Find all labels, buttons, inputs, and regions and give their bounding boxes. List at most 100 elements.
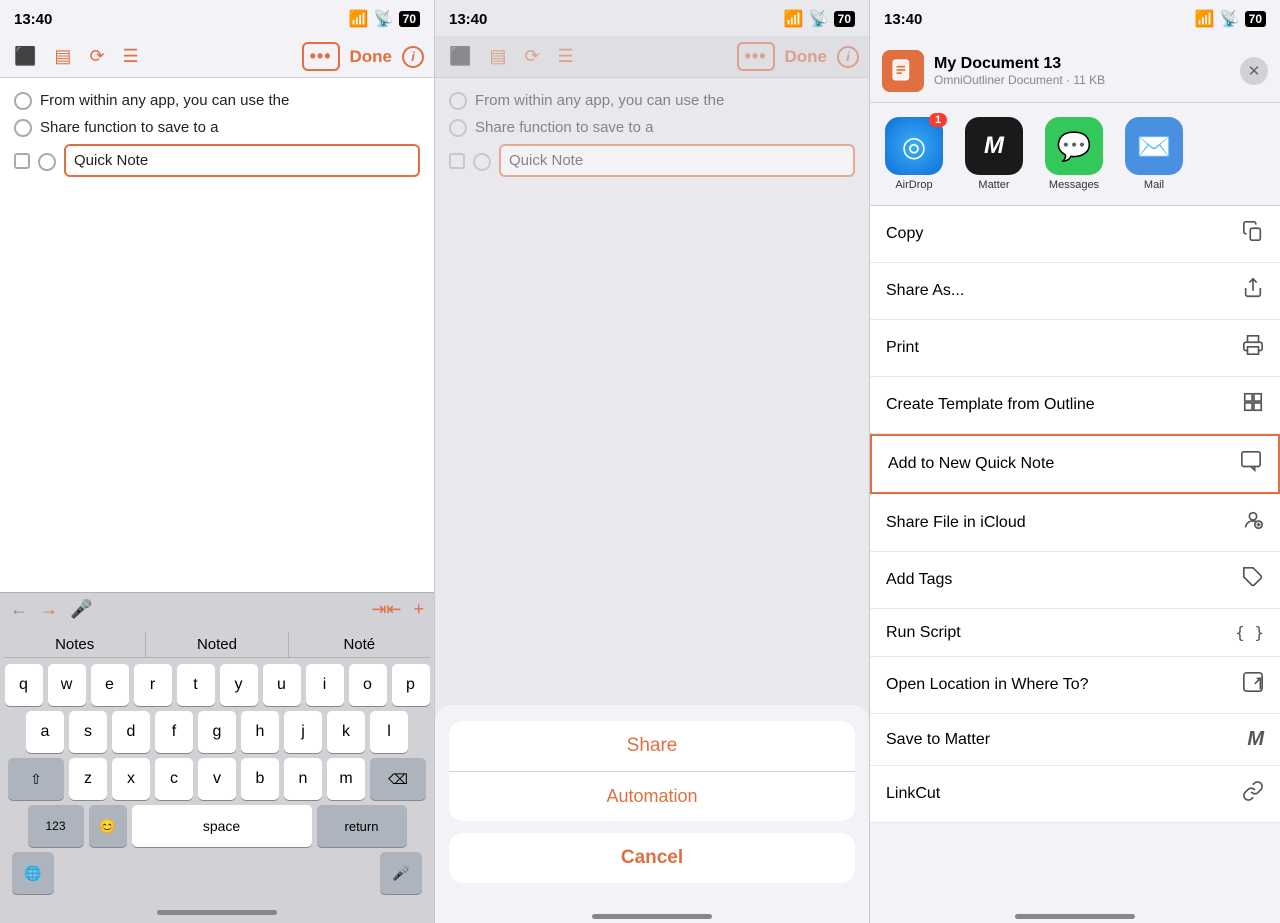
add-tags-icon <box>1242 566 1264 594</box>
home-indicator-2 <box>435 903 869 923</box>
kb-indent-icon[interactable]: ⇥⇤ <box>371 599 401 620</box>
radio-2-1 <box>449 92 467 110</box>
cancel-btn-wrap: Cancel <box>449 833 855 883</box>
history-icon-2: ⟳ <box>520 44 543 69</box>
suggestion-2[interactable]: Noted <box>146 632 288 657</box>
key-r[interactable]: r <box>134 664 172 706</box>
app-item-messages[interactable]: 💬 Messages <box>1042 117 1106 191</box>
menu-label-open-location: Open Location in Where To? <box>886 676 1089 694</box>
key-u[interactable]: u <box>263 664 301 706</box>
radio-2-2 <box>449 119 467 137</box>
airdrop-label: AirDrop <box>895 179 932 191</box>
key-space[interactable]: space <box>132 805 312 847</box>
key-delete[interactable]: ⌫ <box>370 758 426 800</box>
wifi-icon-2: 📡 <box>809 9 829 29</box>
app-item-matter[interactable]: M Matter <box>962 117 1026 191</box>
radio-1[interactable] <box>14 92 32 110</box>
checkbox-1[interactable] <box>14 153 30 169</box>
info-button-1[interactable]: i <box>402 46 424 68</box>
menu-label-create-template: Create Template from Outline <box>886 396 1095 414</box>
key-shift[interactable]: ⇧ <box>8 758 64 800</box>
quick-note-input-1[interactable] <box>64 144 420 177</box>
status-time-1: 13:40 <box>14 11 52 28</box>
key-o[interactable]: o <box>349 664 387 706</box>
key-l[interactable]: l <box>370 711 408 753</box>
key-return[interactable]: return <box>317 805 407 847</box>
kb-row-3: ⇧ z x c v b n m ⌫ <box>4 758 430 800</box>
share-menu-header: My Document 13 OmniOutliner Document · 1… <box>870 36 1280 103</box>
radio-3[interactable] <box>38 153 56 171</box>
key-z[interactable]: z <box>69 758 107 800</box>
automation-button[interactable]: Automation <box>449 772 855 821</box>
key-g[interactable]: g <box>198 711 236 753</box>
key-c[interactable]: c <box>155 758 193 800</box>
key-b[interactable]: b <box>241 758 279 800</box>
menu-item-share-icloud[interactable]: Share File in iCloud <box>870 495 1280 552</box>
more-button-2: ••• <box>737 42 775 71</box>
kb-row-4: 123 😊 space return <box>4 805 430 847</box>
key-emoji[interactable]: 😊 <box>89 805 127 847</box>
menu-item-share-as[interactable]: Share As... <box>870 263 1280 320</box>
key-n[interactable]: n <box>284 758 322 800</box>
menu-item-quick-note[interactable]: Add to New Quick Note <box>870 434 1280 494</box>
share-as-icon <box>1242 277 1264 305</box>
suggestion-3[interactable]: Noté <box>289 632 430 657</box>
menu-item-save-matter[interactable]: Save to Matter M <box>870 714 1280 766</box>
menu-label-quick-note: Add to New Quick Note <box>888 455 1054 473</box>
key-mic-bottom[interactable]: 🎤 <box>380 852 422 894</box>
kb-back-icon[interactable]: ← <box>10 599 28 620</box>
share-close-button[interactable]: ✕ <box>1240 57 1268 85</box>
app-item-mail[interactable]: ✉️ Mail <box>1122 117 1186 191</box>
key-globe[interactable]: 🌐 <box>12 852 54 894</box>
key-i[interactable]: i <box>306 664 344 706</box>
key-s[interactable]: s <box>69 711 107 753</box>
menu-item-linkcut[interactable]: LinkCut <box>870 766 1280 823</box>
format-icon[interactable]: ☰ <box>119 44 143 69</box>
key-p[interactable]: p <box>392 664 430 706</box>
history-icon[interactable]: ⟳ <box>85 44 108 69</box>
app-item-airdrop[interactable]: 1 ◎ AirDrop <box>882 117 946 191</box>
more-button-1[interactable]: ••• <box>302 42 340 71</box>
kb-mic-icon[interactable]: 🎤 <box>70 599 92 620</box>
status-bar-3: 13:40 📶 📡 70 <box>870 0 1280 36</box>
back-folder-icon[interactable]: ⬛ <box>10 44 40 69</box>
key-d[interactable]: d <box>112 711 150 753</box>
sidebar-icon-2: ▤ <box>485 44 510 69</box>
done-button-1[interactable]: Done <box>350 47 393 67</box>
key-123[interactable]: 123 <box>28 805 84 847</box>
key-f[interactable]: f <box>155 711 193 753</box>
suggestion-1[interactable]: Notes <box>4 632 146 657</box>
key-a[interactable]: a <box>26 711 64 753</box>
key-y[interactable]: y <box>220 664 258 706</box>
key-m[interactable]: m <box>327 758 365 800</box>
key-t[interactable]: t <box>177 664 215 706</box>
menu-item-run-script[interactable]: Run Script { } <box>870 609 1280 657</box>
app-row: 1 ◎ AirDrop M Matter 💬 Messages ✉️ Mail <box>870 103 1280 206</box>
sidebar-icon[interactable]: ▤ <box>50 44 75 69</box>
key-h[interactable]: h <box>241 711 279 753</box>
kb-add-icon[interactable]: + <box>413 599 424 620</box>
key-j[interactable]: j <box>284 711 322 753</box>
doc-title: My Document 13 <box>934 55 1230 73</box>
wifi-icon-1: 📡 <box>374 9 394 29</box>
key-w[interactable]: w <box>48 664 86 706</box>
wifi-icon-3: 📡 <box>1220 9 1240 29</box>
key-e[interactable]: e <box>91 664 129 706</box>
menu-item-add-tags[interactable]: Add Tags <box>870 552 1280 609</box>
radio-2[interactable] <box>14 119 32 137</box>
messages-icon-wrap: 💬 <box>1045 117 1103 175</box>
menu-item-copy[interactable]: Copy <box>870 206 1280 263</box>
menu-item-create-template[interactable]: Create Template from Outline <box>870 377 1280 434</box>
key-q[interactable]: q <box>5 664 43 706</box>
kb-forward-icon[interactable]: → <box>40 599 58 620</box>
cancel-button[interactable]: Cancel <box>449 833 855 883</box>
airdrop-icon-wrap: 1 ◎ <box>885 117 943 175</box>
matter-symbol: M <box>984 132 1004 160</box>
key-x[interactable]: x <box>112 758 150 800</box>
menu-item-open-location[interactable]: Open Location in Where To? <box>870 657 1280 714</box>
key-v[interactable]: v <box>198 758 236 800</box>
share-button[interactable]: Share <box>449 721 855 772</box>
key-k[interactable]: k <box>327 711 365 753</box>
mail-icon-wrap: ✉️ <box>1125 117 1183 175</box>
menu-item-print[interactable]: Print <box>870 320 1280 377</box>
